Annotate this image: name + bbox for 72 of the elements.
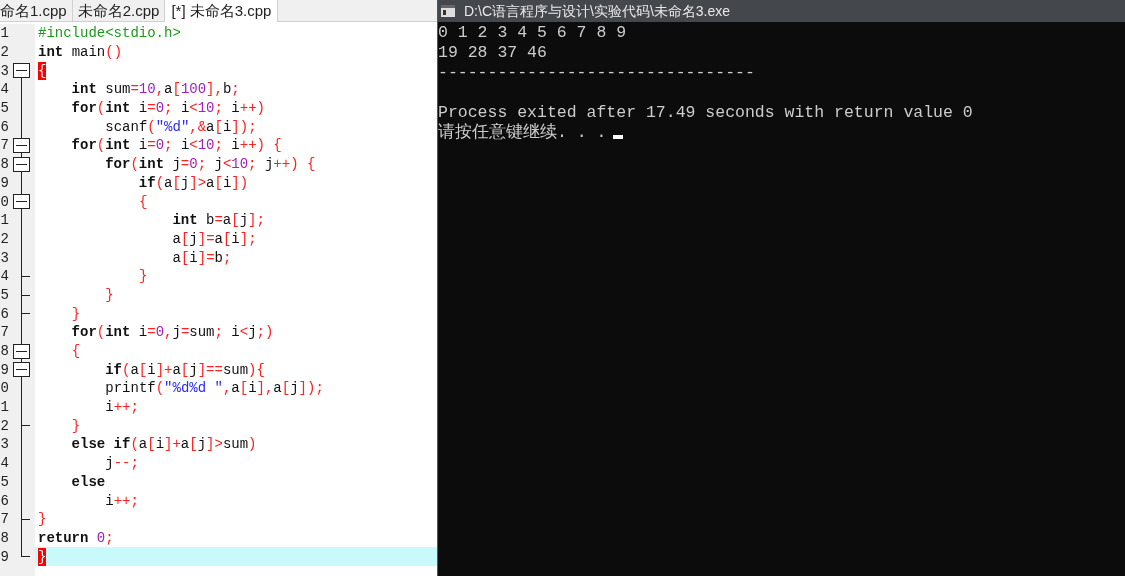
line-number: 1 xyxy=(0,24,10,43)
collapse-icon[interactable] xyxy=(13,194,30,210)
code-line: for(int j=0; j<10; j++) { xyxy=(104,155,317,174)
collapse-icon[interactable] xyxy=(13,362,30,378)
collapse-icon[interactable] xyxy=(13,343,30,359)
code-line: { xyxy=(137,192,149,211)
console-output-line: 请按任意键继续. . . xyxy=(438,123,607,143)
code-line: for(int i=0; i<10; i++) xyxy=(70,99,266,118)
code-line: int sum=10,a[100],b; xyxy=(70,80,241,99)
line-number: 3 xyxy=(0,435,10,454)
text-cursor xyxy=(612,135,623,139)
collapse-icon[interactable] xyxy=(13,156,30,172)
line-number: 1 xyxy=(0,398,10,417)
line-number: 8 xyxy=(0,342,10,361)
code-line: return 0; xyxy=(37,528,115,548)
line-number: 6 xyxy=(0,491,10,510)
line-number: 2 xyxy=(0,229,10,248)
line-number: 3 xyxy=(0,248,10,267)
code-line: printf("%d%d ",a[i],a[j]); xyxy=(104,379,325,398)
collapse-icon[interactable] xyxy=(13,63,30,79)
line-number: 2 xyxy=(0,43,10,62)
line-number: 9 xyxy=(0,173,10,192)
line-number: 0 xyxy=(0,379,10,398)
line-number: 5 xyxy=(0,285,10,304)
console-output-line: 19 28 37 46 xyxy=(438,43,547,63)
code-line: } xyxy=(137,267,149,286)
line-number: 2 xyxy=(0,416,10,435)
code-line: for(int i=0; i<10; i++) { xyxy=(70,136,283,155)
line-number: 8 xyxy=(0,528,10,547)
console-output-line: 0 1 2 3 4 5 6 7 8 9 xyxy=(438,23,627,43)
code-line: scanf("%d",&a[i]); xyxy=(104,117,258,137)
editor-tab[interactable]: 命名1.cpp xyxy=(0,0,73,21)
code-line: int main() xyxy=(37,43,124,62)
line-number: 8 xyxy=(0,155,10,174)
line-number: 9 xyxy=(0,360,10,379)
console-output-line: -------------------------------- xyxy=(438,63,755,83)
code-line: j--; xyxy=(104,454,140,473)
code-line: else if(a[i]+a[j]>sum) xyxy=(70,435,258,454)
code-line: } xyxy=(70,416,82,436)
line-number: 5 xyxy=(0,99,10,118)
code-line: #include<stdio.h> xyxy=(37,24,182,43)
line-number: 9 xyxy=(0,547,10,566)
line-number: 4 xyxy=(0,80,10,99)
code-line: i++; xyxy=(104,398,140,417)
line-number: 4 xyxy=(0,267,10,286)
editor-tab[interactable]: [*] 未命名3.cpp xyxy=(165,0,279,22)
code-line: a[j]=a[i]; xyxy=(171,229,258,249)
console-output-line: Process exited after 17.49 seconds with return value 0 xyxy=(438,103,973,123)
collapse-icon[interactable] xyxy=(13,138,30,154)
line-number: 6 xyxy=(0,117,10,136)
line-number: 7 xyxy=(0,510,10,529)
console-app-icon xyxy=(440,4,456,18)
code-line: } xyxy=(70,304,82,323)
line-number: 7 xyxy=(0,323,10,342)
code-line: int b=a[j]; xyxy=(171,211,266,230)
line-number: 1 xyxy=(0,211,10,230)
line-number: 3 xyxy=(0,61,10,80)
line-number: 5 xyxy=(0,472,10,491)
code-line: if(a[i]+a[j]==sum){ xyxy=(104,360,266,380)
code-line: { xyxy=(70,342,82,361)
code-line: a[i]=b; xyxy=(171,248,233,267)
code-line: } xyxy=(37,510,48,529)
code-line: i++; xyxy=(104,491,140,510)
line-number: 4 xyxy=(0,454,10,473)
line-number: 7 xyxy=(0,136,10,155)
code-line: if(a[j]>a[i]) xyxy=(137,173,250,193)
window-title: D:\C语言程序与设计\实验代码\未命名3.exe xyxy=(464,1,731,21)
code-line: else xyxy=(70,472,107,492)
code-line: for(int i=0,j=sum; i<j;) xyxy=(70,323,275,342)
code-line: } xyxy=(104,285,115,305)
line-number: 6 xyxy=(0,304,10,323)
line-number: 0 xyxy=(0,192,10,211)
